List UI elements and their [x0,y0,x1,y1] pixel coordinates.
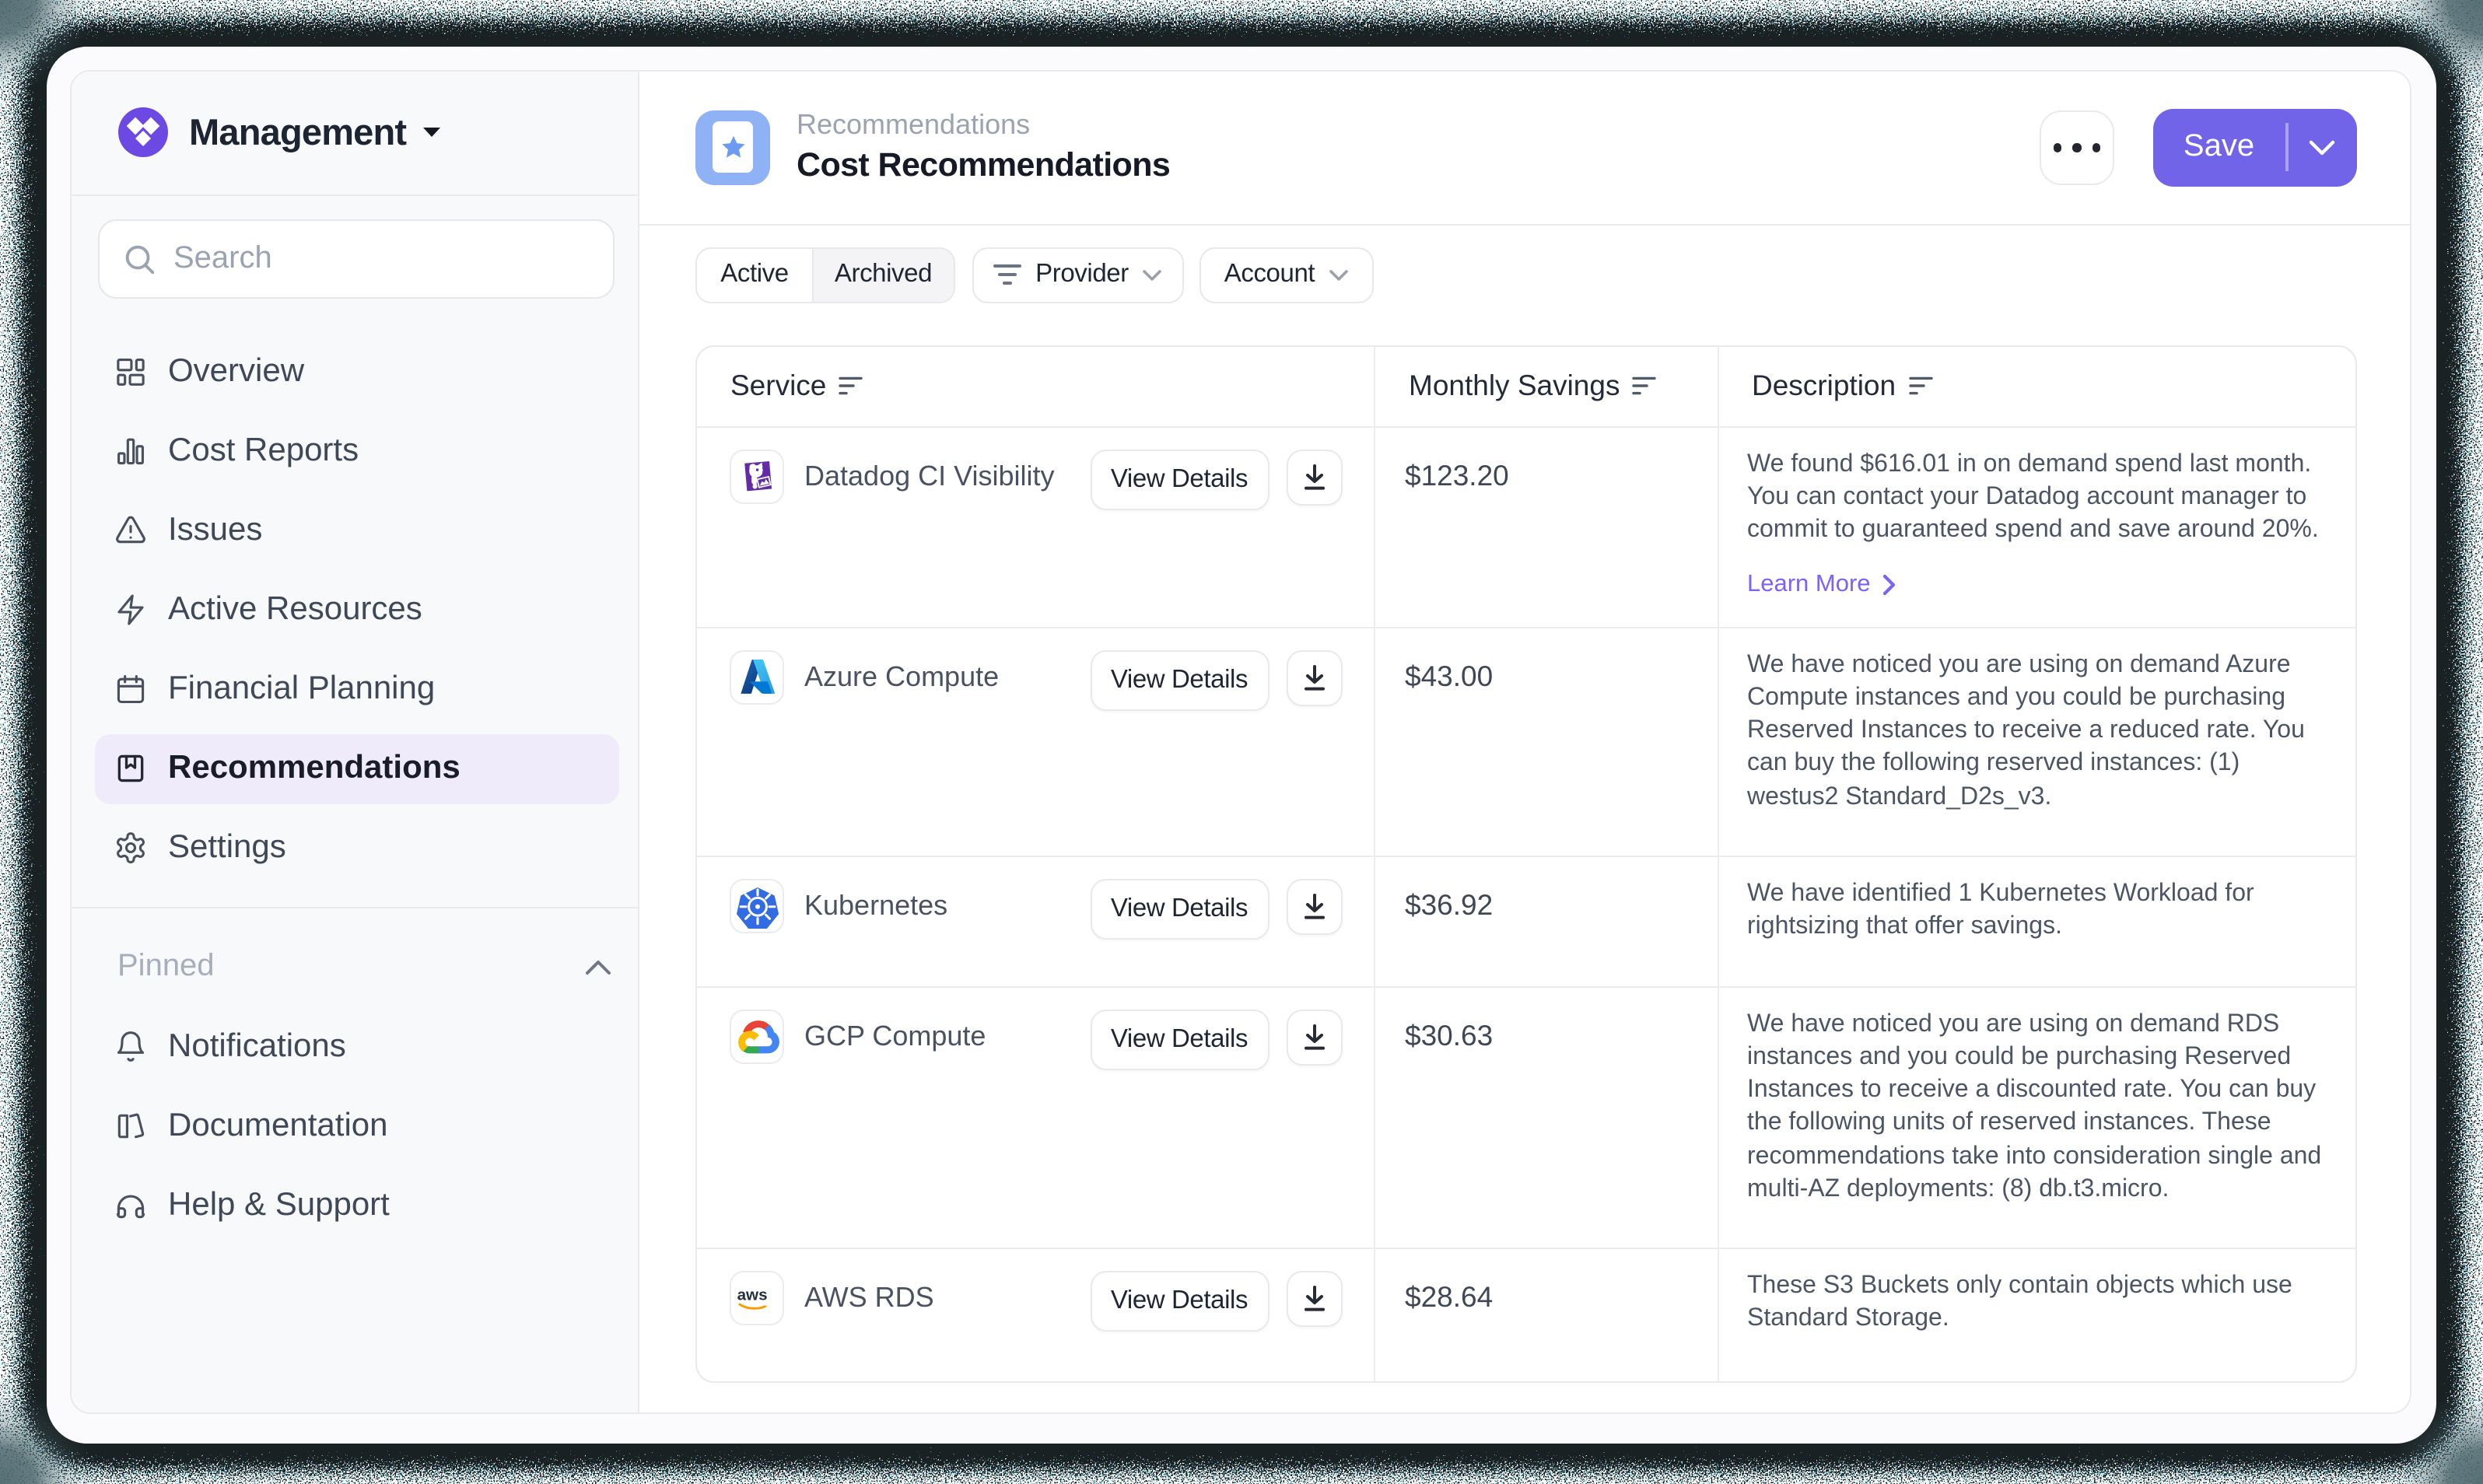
svg-text:aws: aws [737,1285,768,1303]
